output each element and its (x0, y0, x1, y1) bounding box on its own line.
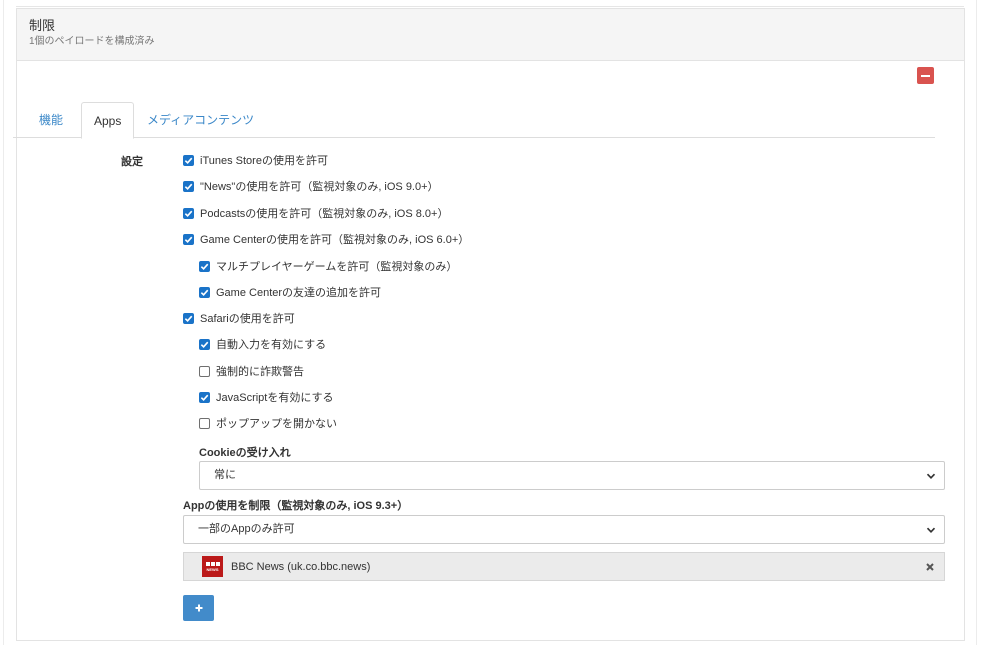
option-safari[interactable]: Safariの使用を許可 (183, 310, 295, 326)
option-label: ポップアップを開かない (216, 418, 337, 430)
option-label: iTunes Storeの使用を許可 (200, 155, 328, 167)
right-divider (976, 0, 977, 645)
option-label: 強制的に詐欺警告 (216, 366, 304, 378)
option-label: Safariの使用を許可 (200, 313, 295, 325)
tab-features[interactable]: 機能 (27, 102, 75, 138)
panel-subtitle: 1個のペイロードを構成済み (29, 36, 155, 47)
option-add-friends[interactable]: Game Centerの友達の追加を許可 (199, 284, 381, 300)
checkbox-checked[interactable] (183, 312, 194, 324)
cookies-select[interactable]: 常に (199, 461, 945, 490)
remove-payload-button[interactable] (917, 67, 934, 84)
chevron-down-icon (926, 473, 936, 480)
top-divider (16, 6, 964, 7)
minus-icon (921, 74, 930, 77)
app-restriction-label: Appの使用を制限（監視対象のみ, iOS 9.3+） (183, 500, 409, 512)
chevron-down-icon (926, 527, 936, 534)
tab-bar: 機能 Apps メディアコンテンツ (13, 102, 935, 139)
left-divider (3, 0, 4, 645)
checkbox-checked[interactable] (199, 286, 210, 298)
option-label: JavaScriptを有効にする (216, 392, 334, 404)
option-label: マルチプレイヤーゲームを許可（監視対象のみ） (216, 261, 458, 273)
bbc-news-icon: NEWS (202, 556, 223, 577)
option-news[interactable]: "News"の使用を許可（監視対象のみ, iOS 9.0+） (183, 178, 439, 194)
close-icon[interactable] (925, 562, 935, 572)
settings-label: 設定 (121, 156, 143, 168)
option-label: "News"の使用を許可（監視対象のみ, iOS 9.0+） (200, 181, 439, 193)
option-label: Podcastsの使用を許可（監視対象のみ, iOS 8.0+） (200, 208, 449, 220)
option-label: Game Centerの友達の追加を許可 (216, 287, 382, 299)
option-game-center[interactable]: Game Centerの使用を許可（監視対象のみ, iOS 6.0+） (183, 231, 469, 247)
panel-header[interactable]: 制限 1個のペイロードを構成済み (17, 9, 964, 61)
cookies-label: Cookieの受け入れ (199, 447, 291, 459)
tab-media-content[interactable]: メディアコンテンツ (135, 102, 266, 138)
cookies-value: 常に (214, 469, 236, 481)
allowed-app-item: NEWS BBC News (uk.co.bbc.news) (183, 552, 945, 581)
app-restriction-value: 一部のAppのみ許可 (198, 523, 295, 535)
option-fraud-warning[interactable]: 強制的に詐欺警告 (199, 363, 304, 379)
option-label: 自動入力を有効にする (216, 339, 327, 351)
tab-apps[interactable]: Apps (81, 102, 135, 139)
option-block-popups[interactable]: ポップアップを開かない (199, 415, 337, 431)
option-javascript[interactable]: JavaScriptを有効にする (199, 389, 333, 405)
option-itunes-store[interactable]: iTunes Storeの使用を許可 (183, 152, 328, 168)
add-app-button[interactable] (183, 595, 214, 621)
checkbox-unchecked[interactable] (199, 365, 210, 377)
option-podcasts[interactable]: Podcastsの使用を許可（監視対象のみ, iOS 8.0+） (183, 205, 448, 221)
checkbox-checked[interactable] (199, 260, 210, 272)
checkbox-checked[interactable] (199, 391, 210, 403)
checkbox-checked[interactable] (183, 180, 194, 192)
app-restriction-select[interactable]: 一部のAppのみ許可 (183, 515, 945, 544)
option-autofill[interactable]: 自動入力を有効にする (199, 336, 326, 352)
checkbox-checked[interactable] (199, 338, 210, 350)
checkbox-checked[interactable] (183, 154, 194, 166)
plus-icon (195, 604, 202, 612)
panel-title: 制限 (29, 18, 56, 33)
checkbox-unchecked[interactable] (199, 417, 210, 429)
option-multiplayer[interactable]: マルチプレイヤーゲームを許可（監視対象のみ） (199, 258, 457, 274)
checkbox-checked[interactable] (183, 233, 194, 245)
option-label: Game Centerの使用を許可（監視対象のみ, iOS 6.0+） (200, 234, 470, 246)
checkbox-checked[interactable] (183, 207, 194, 219)
app-name: BBC News (uk.co.bbc.news) (231, 560, 371, 573)
